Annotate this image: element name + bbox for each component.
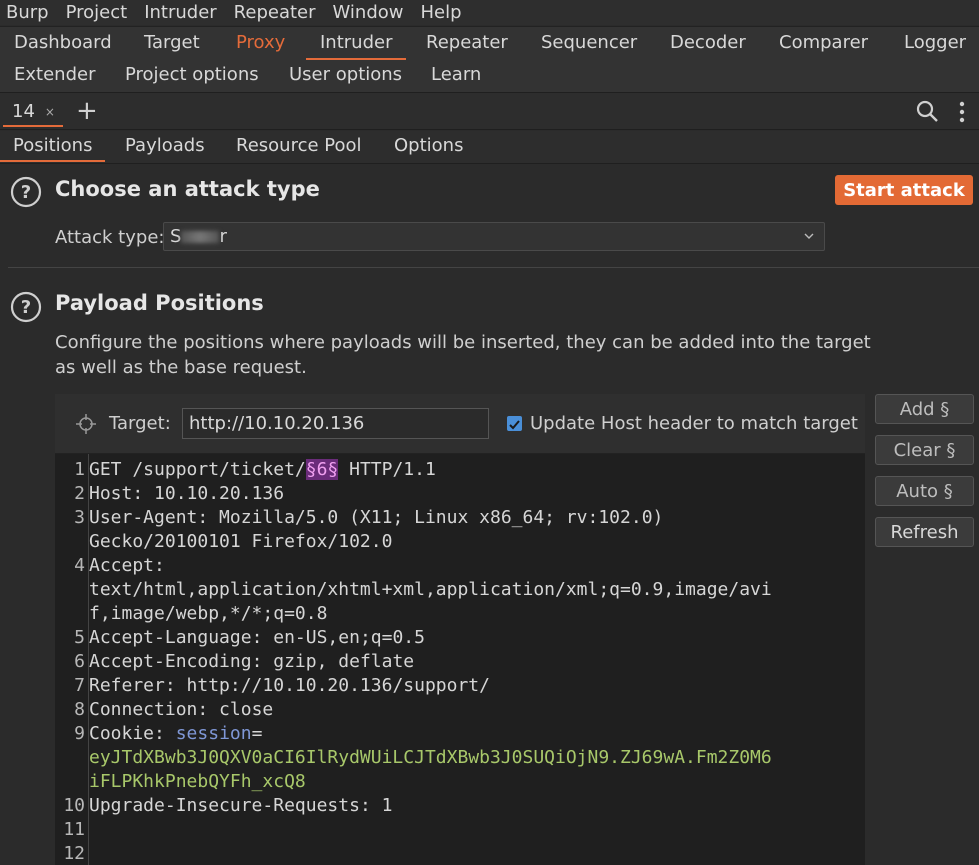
auto-markers-button[interactable]: Auto § — [875, 476, 974, 506]
request-editor[interactable]: Target: Update Host header to match targ… — [55, 394, 865, 865]
target-bar: Target: Update Host header to match targ… — [55, 394, 865, 454]
target-label: Target: — [109, 413, 171, 434]
start-attack-button[interactable]: Start attack — [835, 175, 973, 205]
update-host-checkbox[interactable] — [507, 416, 522, 431]
tab-repeater[interactable]: Repeater — [426, 32, 508, 53]
tab-intruder[interactable]: Intruder — [305, 32, 408, 60]
svg-text:?: ? — [21, 182, 31, 203]
line-number: 3 — [74, 507, 85, 528]
request-line-1: GET /support/ticket/§6§ HTTP/1.1 — [89, 459, 436, 480]
line-number: 1 — [74, 459, 85, 480]
menu-project[interactable]: Project — [66, 2, 128, 23]
search-icon[interactable] — [915, 99, 939, 123]
payload-positions-description: Configure the positions where payloads w… — [55, 332, 871, 378]
tab-decoder[interactable]: Decoder — [670, 32, 746, 53]
help-icon[interactable]: ? — [10, 291, 42, 323]
line-number: 2 — [74, 483, 85, 504]
attack-type-value: Sr — [170, 226, 227, 247]
request-line-9: Cookie: session= — [89, 723, 263, 744]
more-options-icon[interactable] — [957, 100, 967, 124]
line-number: 9 — [74, 723, 85, 744]
payload-positions-title: Payload Positions — [55, 291, 264, 315]
close-tab-icon[interactable]: × — [45, 105, 55, 119]
request-line-6: Accept-Encoding: gzip, deflate — [89, 651, 415, 672]
svg-text:?: ? — [21, 297, 31, 318]
section-divider — [8, 267, 979, 268]
target-input[interactable] — [182, 408, 489, 439]
menu-bar: Burp Project Intruder Repeater Window He… — [0, 0, 979, 25]
add-marker-button[interactable]: Add § — [875, 394, 974, 424]
request-line-4-wrap1: text/html,application/xhtml+xml,applicat… — [89, 579, 772, 600]
line-number: 7 — [74, 675, 85, 696]
tab-sequencer[interactable]: Sequencer — [541, 32, 637, 53]
request-line-8: Connection: close — [89, 699, 274, 720]
line-number: 11 — [63, 819, 85, 840]
help-icon[interactable]: ? — [10, 176, 42, 208]
attack-type-label: Attack type: — [55, 227, 165, 248]
request-line-4: Accept: — [89, 555, 165, 576]
menu-help[interactable]: Help — [421, 2, 462, 23]
tab-resource-pool[interactable]: Resource Pool — [236, 135, 362, 156]
request-line-7: Referer: http://10.10.20.136/support/ — [89, 675, 490, 696]
tab-proxy[interactable]: Proxy — [236, 32, 285, 53]
tab-project-options[interactable]: Project options — [125, 64, 259, 85]
line-number: 5 — [74, 627, 85, 648]
chevron-down-icon — [804, 233, 814, 239]
line-number: 12 — [63, 843, 85, 864]
tab-target[interactable]: Target — [144, 32, 200, 53]
main-tab-bar: Dashboard Target Proxy Intruder Repeater… — [0, 26, 979, 92]
line-number: 10 — [63, 795, 85, 816]
request-line-10: Upgrade-Insecure-Requests: 1 — [89, 795, 393, 816]
menu-intruder[interactable]: Intruder — [144, 2, 216, 23]
update-host-label: Update Host header to match target — [530, 413, 858, 434]
add-tab-icon[interactable]: + — [76, 96, 98, 126]
menu-burp[interactable]: Burp — [6, 2, 49, 23]
attack-type-select[interactable]: Sr — [163, 222, 825, 251]
tab-user-options[interactable]: User options — [289, 64, 402, 85]
tab-comparer[interactable]: Comparer — [779, 32, 868, 53]
request-line-3-wrap: Gecko/20100101 Firefox/102.0 — [89, 531, 393, 552]
crosshair-icon — [76, 414, 96, 434]
menu-window[interactable]: Window — [333, 2, 404, 23]
request-line-4-wrap2: f,image/webp,*/*;q=0.8 — [89, 603, 328, 624]
attack-tab-bar: 14 × + — [0, 92, 979, 130]
tab-options[interactable]: Options — [394, 135, 463, 156]
attack-tab-14[interactable]: 14 × — [0, 93, 63, 130]
menu-repeater[interactable]: Repeater — [234, 2, 316, 23]
cookie-value-wrap1: eyJTdXBwb3J0QXV0aCI6IlRydWUiLCJTdXBwb3J0… — [89, 747, 772, 768]
redacted-blur — [181, 231, 220, 243]
cookie-value-wrap2: iFLPKhkPnebQYFh_xcQ8 — [89, 771, 306, 792]
clear-markers-button[interactable]: Clear § — [875, 435, 974, 465]
intruder-inner-tabs: Positions Payloads Resource Pool Options — [0, 131, 979, 164]
tab-logger[interactable]: Logger — [904, 32, 966, 53]
tab-payloads[interactable]: Payloads — [125, 135, 205, 156]
refresh-button[interactable]: Refresh — [875, 517, 974, 547]
tab-positions[interactable]: Positions — [0, 135, 107, 162]
request-line-3: User-Agent: Mozilla/5.0 (X11; Linux x86_… — [89, 507, 664, 528]
request-line-2: Host: 10.10.20.136 — [89, 483, 285, 504]
line-number: 4 — [74, 555, 85, 576]
attack-type-title: Choose an attack type — [55, 177, 320, 201]
attack-tab-number: 14 — [12, 101, 35, 122]
line-number: 6 — [74, 651, 85, 672]
tab-dashboard[interactable]: Dashboard — [14, 32, 112, 53]
tab-extender[interactable]: Extender — [14, 64, 95, 85]
line-number: 8 — [74, 699, 85, 720]
request-line-5: Accept-Language: en-US,en;q=0.5 — [89, 627, 425, 648]
tab-learn[interactable]: Learn — [431, 64, 481, 85]
payload-marker: §6§ — [305, 459, 339, 480]
